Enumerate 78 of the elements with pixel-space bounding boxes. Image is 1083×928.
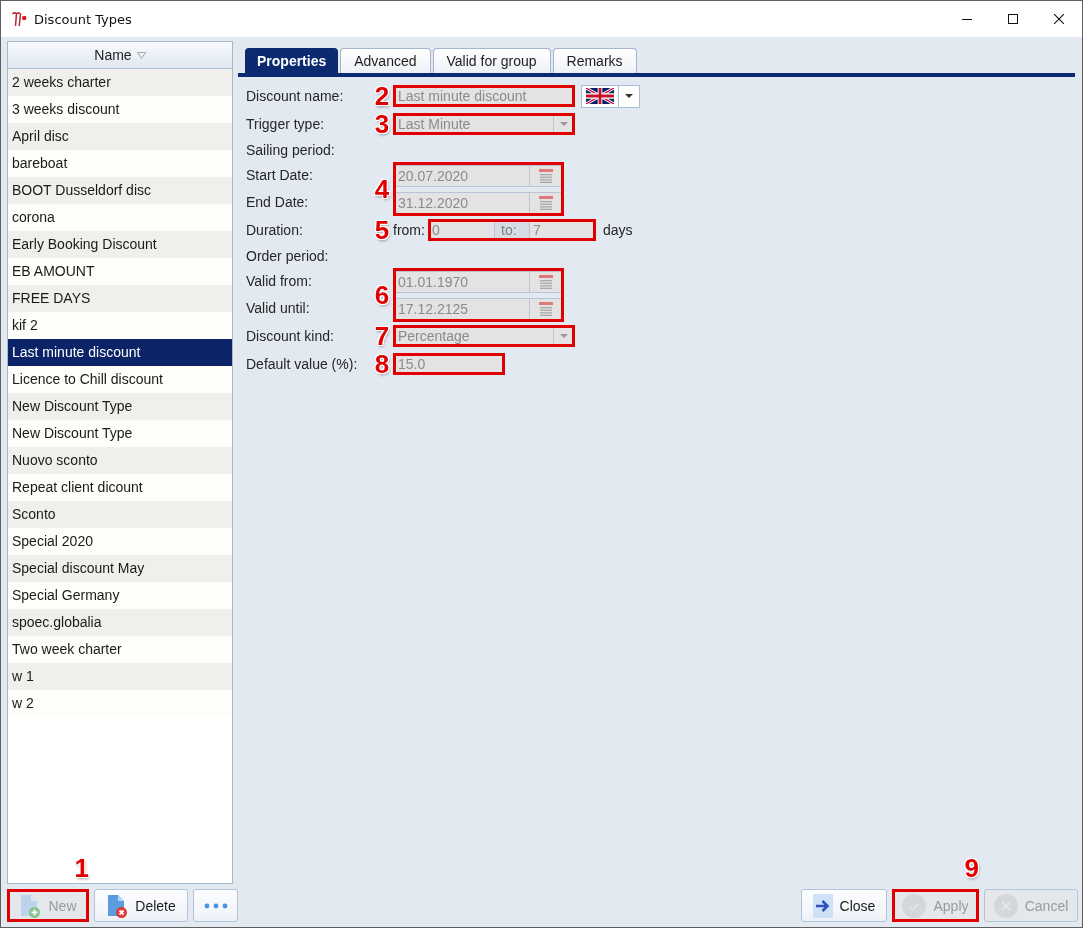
callout-number: 8: [374, 351, 390, 377]
minimize-icon: [962, 18, 972, 20]
callout-number: 2: [374, 83, 390, 109]
calendar-icon: [538, 301, 553, 316]
list-item[interactable]: New Discount Type: [8, 393, 232, 420]
caret-icon: [560, 334, 568, 338]
range-separator-label: to:: [495, 219, 529, 241]
list-item[interactable]: Special Germany: [8, 582, 232, 609]
list-item[interactable]: 2 weeks charter: [8, 69, 232, 96]
list-item[interactable]: Repeat client dicount: [8, 474, 232, 501]
unit-label: days: [603, 222, 633, 238]
tab[interactable]: Advanced: [340, 48, 431, 73]
calendar-icon: [538, 274, 553, 289]
caret-icon: [560, 122, 568, 126]
field-label: End Date:: [246, 193, 310, 212]
name-column-header[interactable]: Name: [8, 42, 232, 69]
list-item[interactable]: EB AMOUNT: [8, 258, 232, 285]
range-label: from:: [393, 222, 426, 238]
section-label: Order period:: [246, 248, 330, 264]
list-item[interactable]: New Discount Type: [8, 420, 232, 447]
field-label: Duration:: [246, 222, 304, 238]
check-circle-icon: [902, 893, 927, 918]
tab[interactable]: Properties: [245, 48, 339, 73]
calendar-button[interactable]: [530, 191, 562, 214]
close-icon: [1054, 14, 1064, 24]
calendar-icon: [538, 168, 553, 183]
tab[interactable]: Valid for group: [432, 48, 551, 73]
flag-icon: [586, 88, 614, 104]
callout-number: 9: [964, 855, 979, 881]
list-item[interactable]: Special discount May: [8, 555, 232, 582]
callout-number: 1: [74, 855, 89, 881]
callout-number: 5: [374, 217, 390, 243]
field-label: Valid until:: [246, 299, 311, 318]
list-item[interactable]: Nuovo sconto: [8, 447, 232, 474]
callout-number: 7: [374, 323, 390, 349]
document-remove-icon: [106, 893, 129, 918]
field-label: Discount kind:: [246, 328, 335, 344]
callout-number: 4: [374, 176, 390, 202]
arrow-right-icon: [812, 893, 833, 918]
callout-number: 3: [374, 111, 390, 137]
field-label: Discount name:: [246, 88, 345, 104]
callout-number: 6: [374, 282, 390, 308]
list-item[interactable]: Last minute discount: [8, 339, 232, 366]
calendar-button[interactable]: [530, 164, 562, 187]
field-label: Valid from:: [246, 272, 313, 291]
caret-icon: [625, 94, 633, 98]
field-label: Trigger type:: [246, 116, 326, 132]
window-title: Discount Types: [34, 11, 132, 27]
sort-icon: [136, 51, 146, 59]
list-item[interactable]: Early Booking Discount: [8, 231, 232, 258]
list-item[interactable]: BOOT Dusseldorf disc: [8, 177, 232, 204]
list-item[interactable]: 3 weeks discount: [8, 96, 232, 123]
list-item[interactable]: bareboat: [8, 150, 232, 177]
list-item[interactable]: kif 2: [8, 312, 232, 339]
app-logo-icon: [11, 11, 27, 27]
calendar-button[interactable]: [530, 297, 562, 320]
more-icon: [203, 902, 228, 909]
list-item[interactable]: Special 2020: [8, 528, 232, 555]
field-label: Default value (%):: [246, 356, 359, 372]
list-item[interactable]: Sconto: [8, 501, 232, 528]
document-add-icon: [19, 893, 42, 918]
calendar-button[interactable]: [530, 270, 562, 293]
list-item[interactable]: Licence to Chill discount: [8, 366, 232, 393]
list-item[interactable]: spoec.globalia: [8, 609, 232, 636]
close-button[interactable]: Close: [801, 889, 887, 922]
field-label: Start Date:: [246, 166, 314, 185]
tab[interactable]: Remarks: [552, 48, 637, 73]
maximize-icon: [1008, 14, 1018, 24]
list-item[interactable]: w 1: [8, 663, 232, 690]
list-item[interactable]: Two week charter: [8, 636, 232, 663]
calendar-icon: [538, 195, 553, 210]
more-button[interactable]: [193, 889, 238, 922]
section-label: Sailing period:: [246, 142, 336, 158]
list-item[interactable]: FREE DAYS: [8, 285, 232, 312]
delete-button[interactable]: Delete: [94, 889, 188, 922]
list-item[interactable]: corona: [8, 204, 232, 231]
list-item[interactable]: April disc: [8, 123, 232, 150]
list-item[interactable]: w 2: [8, 690, 232, 717]
